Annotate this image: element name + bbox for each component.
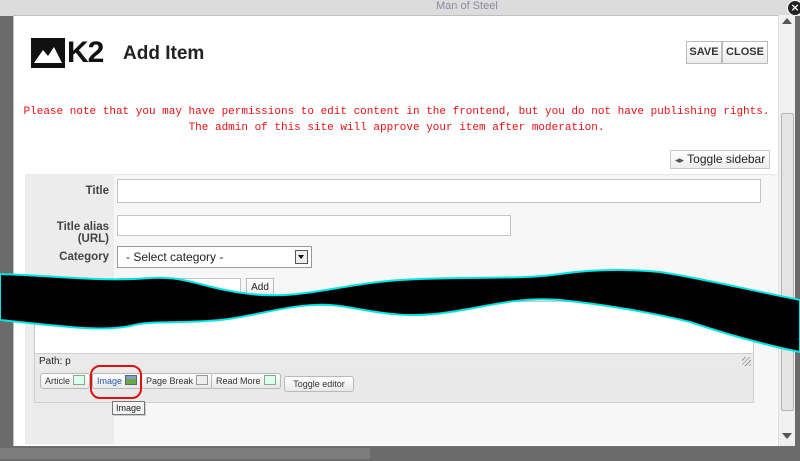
notice-line-2: The admin of this site will approve your… <box>188 122 605 134</box>
article-button[interactable]: Article <box>40 373 91 389</box>
scroll-up-icon[interactable] <box>782 18 792 24</box>
title-alias-input[interactable] <box>117 215 511 236</box>
torn-edge-redaction <box>0 269 800 354</box>
sidebar-arrows-icon: ◂▸ <box>675 155 685 165</box>
bottom-page-strip <box>0 448 370 459</box>
k2-logo: K2 <box>31 36 104 70</box>
read-more-icon <box>263 375 276 385</box>
page-break-icon <box>196 375 209 385</box>
notice-line-1: Please note that you may have permission… <box>23 106 770 118</box>
page-break-button-label: Page Break <box>146 376 194 386</box>
background-link: Man of Steel <box>436 0 498 12</box>
page-break-button[interactable]: Page Break <box>141 373 214 389</box>
save-button[interactable]: SAVE <box>686 41 722 64</box>
article-button-label: Article <box>45 376 71 386</box>
moderation-notice: Please note that you may have permission… <box>14 104 779 136</box>
title-alias-label: Title alias (URL) <box>56 221 109 245</box>
mountain-icon <box>31 38 65 68</box>
scroll-down-icon[interactable] <box>782 433 792 439</box>
toggle-sidebar-label: Toggle sidebar <box>687 152 766 166</box>
image-button-highlight <box>90 365 142 399</box>
title-label: Title <box>85 185 109 197</box>
modal-close-icon[interactable]: × <box>787 0 800 16</box>
article-icon <box>73 375 86 385</box>
title-input[interactable] <box>117 179 761 203</box>
close-button[interactable]: CLOSE <box>722 41 768 64</box>
bottom-overlay <box>0 446 800 461</box>
read-more-button-label: Read More <box>216 376 261 386</box>
toggle-editor-button[interactable]: Toggle editor <box>284 376 354 392</box>
logo-text: K2 <box>67 36 104 69</box>
page-title: Add Item <box>123 43 205 64</box>
toggle-sidebar-button[interactable]: ◂▸ Toggle sidebar <box>670 150 771 169</box>
modal-scrollbar[interactable] <box>778 15 795 446</box>
image-tooltip: Image <box>112 401 146 415</box>
background-page: Man of Steel <box>0 0 800 16</box>
add-item-modal: K2 Add Item SAVE CLOSE Please note that … <box>13 15 780 448</box>
read-more-button[interactable]: Read More <box>211 373 281 389</box>
